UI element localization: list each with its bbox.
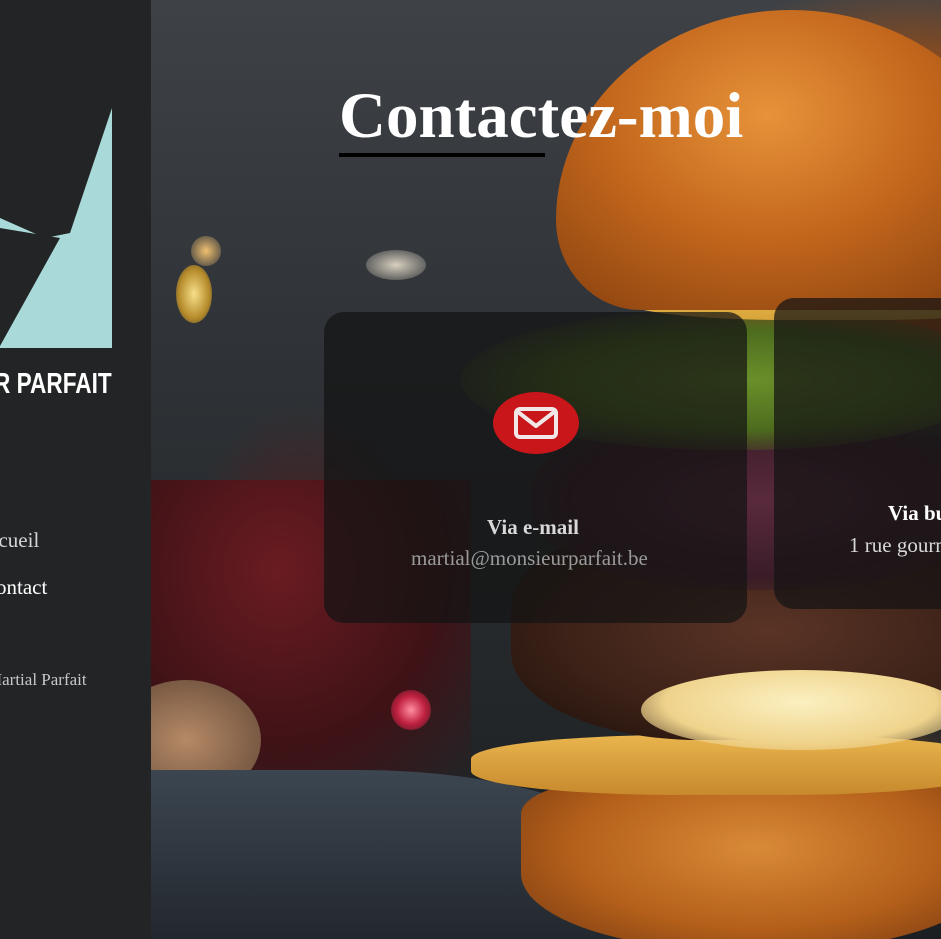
bun-bottom <box>521 780 941 939</box>
sidebar: R PARFAIT Accueil Contact Martial Parfai… <box>0 0 151 939</box>
sauce <box>641 670 941 750</box>
logo-text: R PARFAIT <box>0 368 112 400</box>
nav-contact[interactable]: Contact <box>0 575 47 600</box>
title-underline <box>339 153 545 157</box>
email-address[interactable]: martial@monsieurparfait.be <box>411 546 648 571</box>
contact-card-email <box>324 312 747 623</box>
contact-card-bureau <box>774 298 941 609</box>
bureau-label: Via bureau <box>888 501 941 525</box>
bokeh-light <box>176 265 212 323</box>
hero-background: Contactez-moi Via e-mail martial@monsieu… <box>151 0 941 939</box>
bokeh-light <box>366 250 426 280</box>
bureau-address: 1 rue gourmande <box>849 533 941 557</box>
bokeh-light <box>391 690 431 730</box>
envelope-icon[interactable] <box>493 392 579 454</box>
bun-top <box>556 10 941 310</box>
nav-accueil[interactable]: Accueil <box>0 528 39 553</box>
footer-name: Martial Parfait <box>0 670 87 689</box>
logo-mark <box>0 108 112 348</box>
page-title: Contactez-moi <box>339 80 744 152</box>
bokeh-light <box>191 236 221 266</box>
email-label: Via e-mail <box>487 515 579 539</box>
